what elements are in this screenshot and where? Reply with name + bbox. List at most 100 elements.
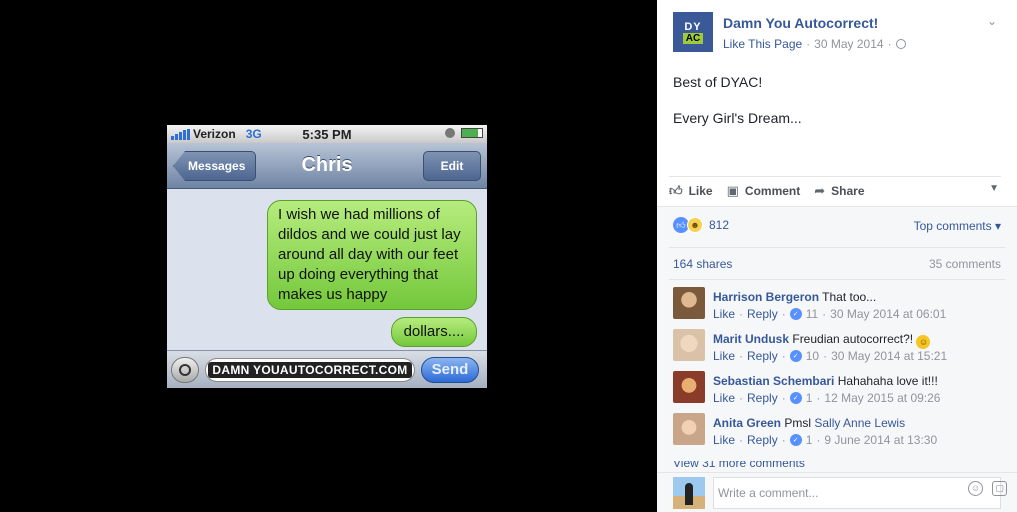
reactions-and-comments: 👍︎ ☻ 812 Top comments ▾ 164 shares 35 co…: [657, 206, 1017, 512]
comment-placeholder: Write a comment...: [718, 486, 819, 500]
share-button[interactable]: ➦ Share: [814, 183, 864, 199]
comment-author[interactable]: Anita Green: [713, 416, 781, 430]
like-label: Like: [688, 183, 713, 198]
share-options-caret-icon[interactable]: ▼: [989, 183, 999, 194]
divider: [669, 247, 1005, 248]
comment-like-count[interactable]: 1: [806, 433, 813, 447]
sticker-icon[interactable]: ▢: [992, 481, 1007, 496]
comment-body: Marit Undusk Freudian autocorrect?! ☺: [713, 331, 1003, 349]
messages-back-button: Messages: [173, 151, 257, 181]
smiley-icon[interactable]: ☺: [968, 481, 983, 496]
messages-nav-bar: Messages Chris Edit: [167, 143, 487, 189]
comment-like-link[interactable]: Like: [713, 433, 735, 447]
lock-clock-icon: [445, 128, 455, 138]
avatar-text-bottom: AC: [682, 32, 704, 44]
comment-text: Hahahaha love it!!!: [837, 374, 938, 388]
tagged-user-link[interactable]: Sally Anne Lewis: [814, 416, 905, 430]
message-thread: I wish we had millions of dildos and we …: [167, 189, 487, 350]
conversation-title: Chris: [301, 154, 353, 176]
commenter-avatar[interactable]: [673, 413, 705, 445]
comment-meta: Like · Reply · ✓ 1 · 9 June 2014 at 13:30: [713, 433, 938, 447]
comment-button[interactable]: ▣ Comment: [727, 183, 801, 199]
commenter-avatar[interactable]: [673, 329, 705, 361]
camera-icon: [171, 356, 199, 383]
haha-reaction-icon: ☻: [687, 217, 703, 233]
comment-time[interactable]: 30 May 2014 at 06:01: [830, 307, 946, 321]
comment-text: Freudian autocorrect?!: [792, 332, 914, 346]
comment-author[interactable]: Marit Undusk: [713, 332, 789, 346]
comment-body: Sebastian Schembari Hahahaha love it!!!: [713, 373, 1003, 389]
page-name-link[interactable]: Damn You Autocorrect!: [723, 15, 878, 31]
comment-label: Comment: [744, 183, 801, 198]
message-bubble: I wish we had millions of dildos and we …: [267, 200, 477, 310]
commenter-avatar[interactable]: [673, 371, 705, 403]
smile-emoji-icon: ☺: [916, 335, 931, 349]
thumbs-up-icon: ✓: [789, 308, 802, 320]
comment-meta: Like · Reply · ✓ 11 · 30 May 2014 at 06:01: [713, 307, 947, 321]
avatar-text-top: DY: [684, 20, 702, 33]
view-more-label: View 31 more comments: [673, 461, 805, 469]
edit-button: Edit: [423, 151, 481, 181]
network-label: 3G: [245, 127, 262, 141]
comment-item: Sebastian Schembari Hahahaha love it!!! …: [673, 371, 1003, 411]
reaction-summary[interactable]: 👍︎ ☻ 812: [673, 217, 729, 233]
view-more-comments-link[interactable]: View 31 more comments: [673, 461, 805, 469]
comment-like-count[interactable]: 11: [806, 307, 818, 321]
comment-body: Harrison Bergeron That too...: [713, 289, 1003, 305]
thumbs-up-icon: ✓: [789, 392, 802, 404]
photo-viewer: Verizon 3G 5:35 PM Messages Chris Edit I…: [0, 0, 657, 512]
comment-reply-link[interactable]: Reply: [747, 307, 778, 321]
meta-separator: ·: [887, 37, 892, 51]
send-button: Send: [421, 356, 479, 383]
comment-time[interactable]: 9 June 2014 at 13:30: [824, 433, 937, 447]
post-actions: 👍︎ Like ▣ Comment ➦ Share ▼: [669, 176, 1001, 204]
comment-text: That too...: [822, 290, 877, 304]
status-indicators: [445, 128, 483, 138]
post-text: Every Girl's Dream...: [673, 110, 802, 126]
divider: [669, 279, 1005, 280]
signal-icon: [171, 128, 190, 140]
share-arrow-icon: ➦: [814, 182, 826, 198]
comment-item: Anita Green Pmsl Sally Anne Lewis Like · …: [673, 413, 1003, 453]
message-bubble: dollars....: [391, 317, 477, 347]
reaction-count: 812: [709, 218, 730, 232]
comment-like-count[interactable]: 10: [806, 349, 819, 363]
comment-body: Anita Green Pmsl Sally Anne Lewis: [713, 415, 1003, 431]
thumbs-up-icon: ✓: [789, 350, 802, 362]
comment-time[interactable]: 12 May 2015 at 09:26: [824, 391, 940, 405]
post-date[interactable]: 30 May 2014: [814, 37, 883, 51]
share-label: Share: [831, 183, 865, 198]
phone-status-bar: Verizon 3G 5:35 PM: [167, 125, 487, 143]
post-text: Best of DYAC!: [673, 74, 763, 90]
comment-like-count[interactable]: 1: [806, 391, 813, 405]
comment-author[interactable]: Sebastian Schembari: [713, 374, 834, 388]
comment-meta: Like · Reply · ✓ 1 · 12 May 2015 at 09:26: [713, 391, 941, 405]
like-button[interactable]: 👍︎ Like: [669, 183, 713, 199]
commenter-avatar[interactable]: [673, 287, 705, 319]
speech-bubble-icon: ▣: [726, 182, 739, 198]
top-comments-dropdown[interactable]: Top comments ▾: [914, 219, 1001, 233]
post-meta: Like This Page · 30 May 2014 ·: [723, 37, 906, 51]
carrier-label: Verizon: [193, 127, 236, 141]
like-page-link[interactable]: Like This Page: [723, 37, 802, 51]
comment-like-link[interactable]: Like: [713, 391, 735, 405]
page-avatar[interactable]: DY AC: [673, 12, 713, 52]
comment-input[interactable]: Write a comment...: [713, 477, 1001, 509]
comment-author[interactable]: Harrison Bergeron: [713, 290, 819, 304]
comments-count[interactable]: 35 comments: [929, 257, 1001, 271]
post-side-panel: DY AC Damn You Autocorrect! Like This Pa…: [657, 0, 1017, 512]
photo-screenshot[interactable]: Verizon 3G 5:35 PM Messages Chris Edit I…: [167, 125, 487, 388]
write-comment-area: Write a comment... ☺ ▢: [657, 472, 1017, 512]
globe-icon[interactable]: [895, 39, 906, 49]
battery-icon: [461, 128, 483, 138]
comment-like-link[interactable]: Like: [713, 307, 735, 321]
comment-time[interactable]: 30 May 2014 at 15:21: [831, 349, 947, 363]
post-options-chevron-icon[interactable]: ⌄: [987, 14, 997, 28]
comment-reply-link[interactable]: Reply: [747, 433, 778, 447]
comment-like-link[interactable]: Like: [713, 349, 735, 363]
shares-link[interactable]: 164 shares: [673, 257, 732, 271]
current-user-avatar[interactable]: [673, 477, 705, 509]
comment-reply-link[interactable]: Reply: [747, 349, 778, 363]
message-input-bar: DAMN YOUAUTOCORRECT.COM Send: [167, 350, 487, 388]
comment-reply-link[interactable]: Reply: [747, 391, 778, 405]
